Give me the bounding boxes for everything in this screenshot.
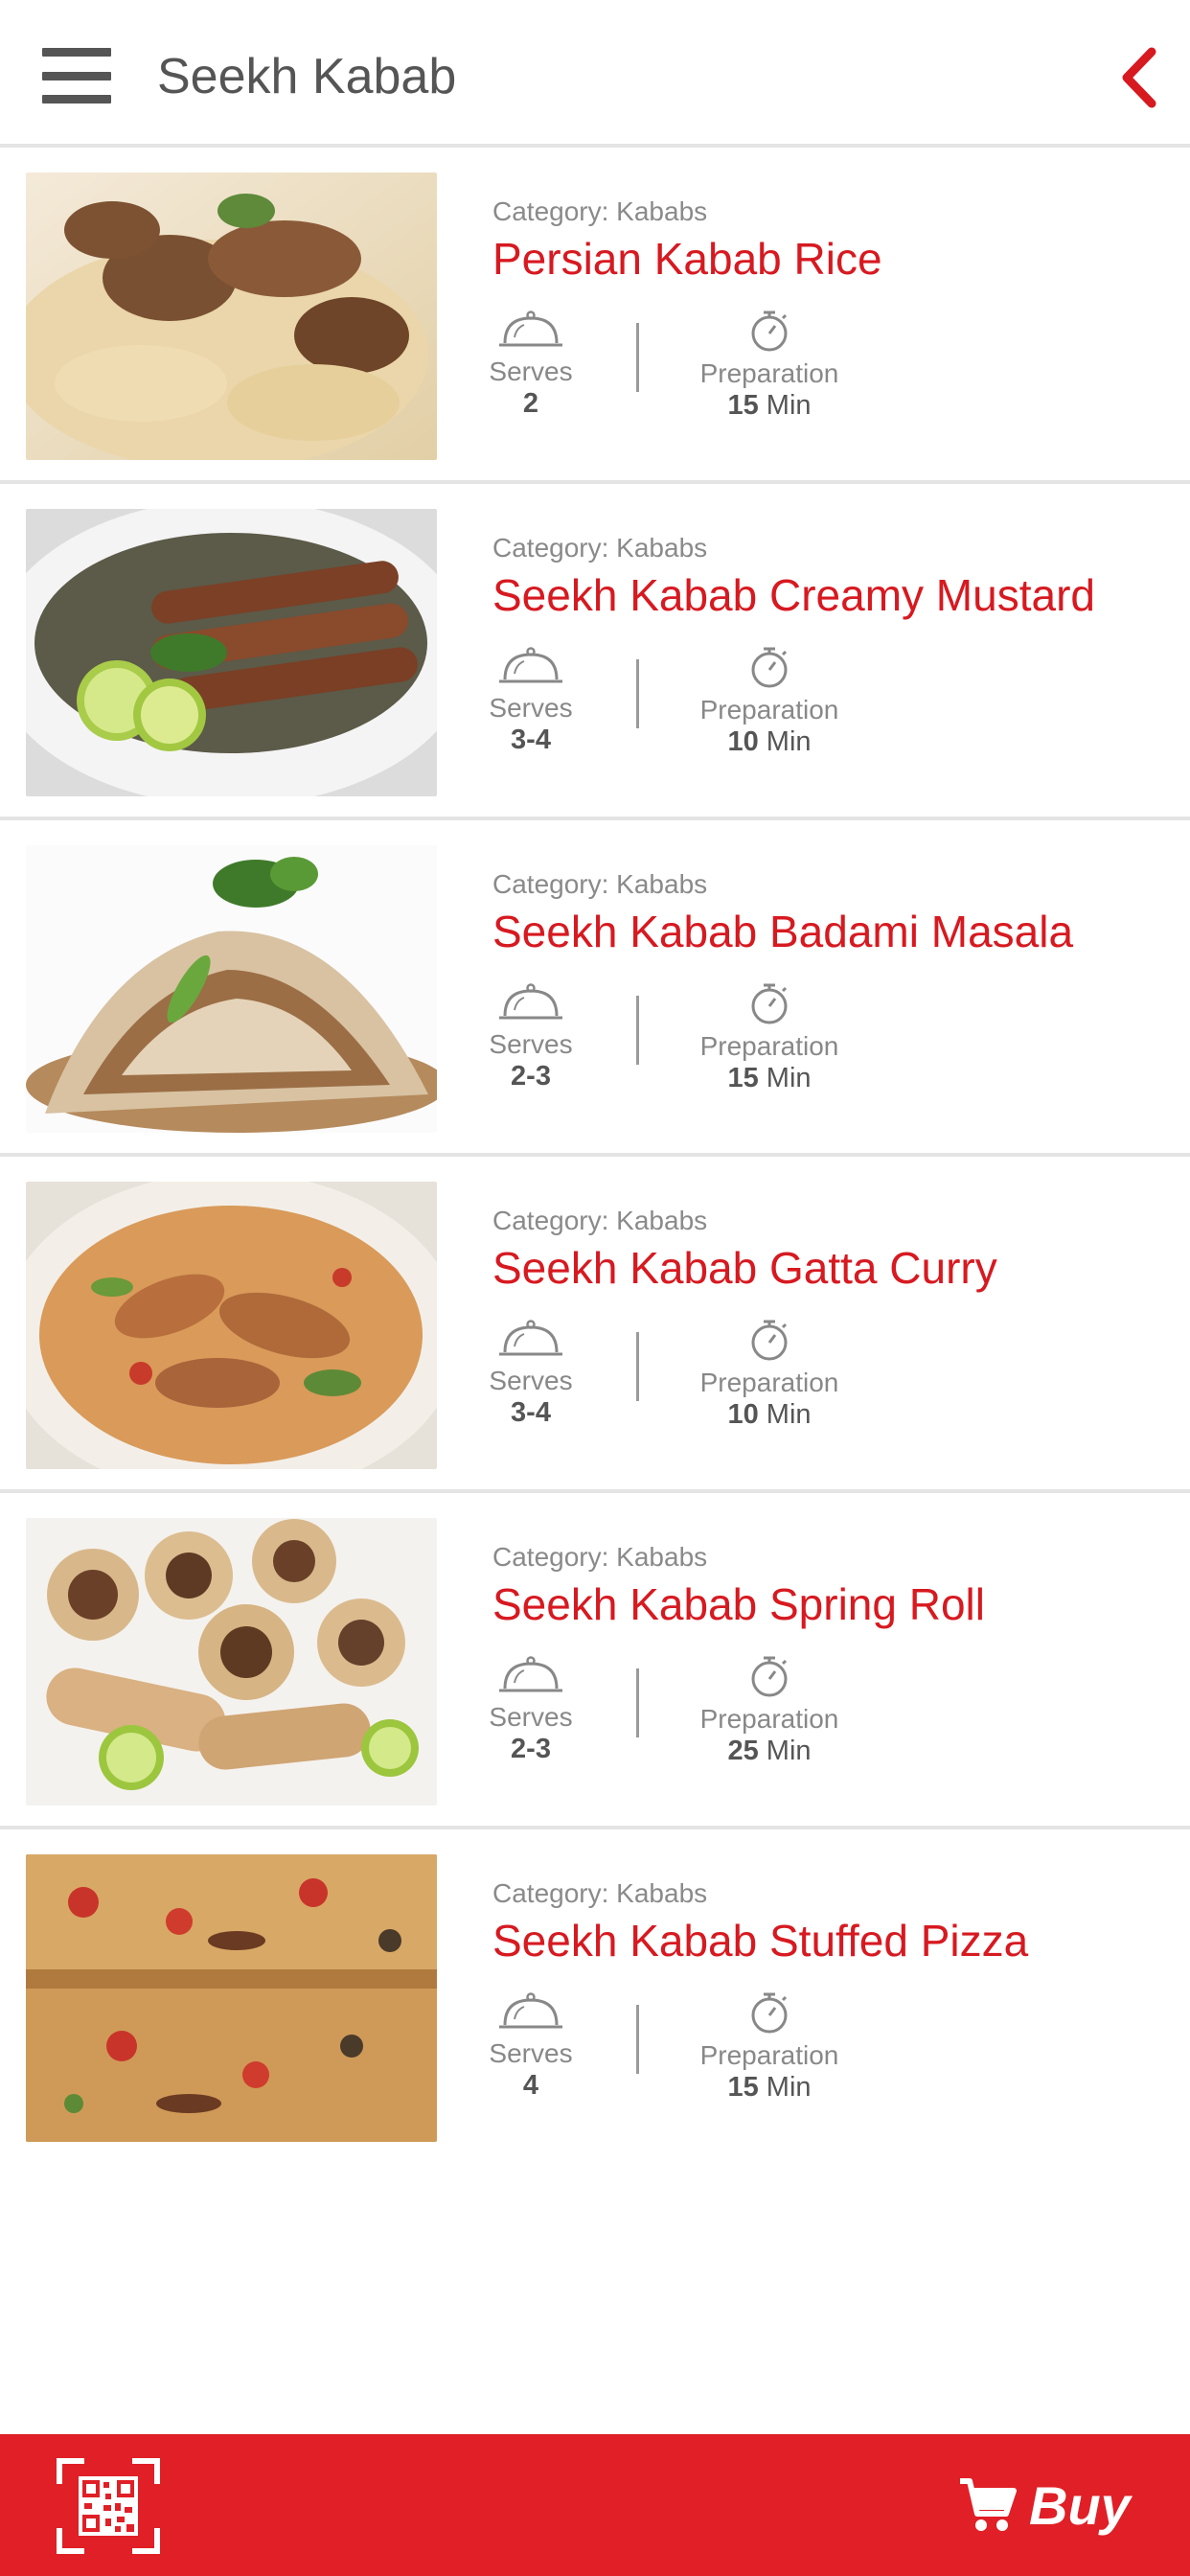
preparation-value: 15 <box>727 390 759 421</box>
recipe-list-item[interactable]: Category: Kababs Persian Kabab Rice Serv… <box>0 148 1190 484</box>
stopwatch-icon <box>751 647 788 688</box>
app-header: Seekh Kabab <box>0 0 1190 148</box>
minutes-unit: Min <box>766 1399 812 1430</box>
serves-info: Serves 3-4 <box>473 1318 588 1429</box>
recipe-list: Category: Kababs Persian Kabab Rice Serv… <box>0 148 1190 2166</box>
serves-info: Serves 4 <box>473 1990 588 2102</box>
cloche-icon <box>499 1320 562 1356</box>
buy-label: Buy <box>1029 2474 1131 2536</box>
divider <box>636 1332 639 1401</box>
recipe-title[interactable]: Seekh Kabab Stuffed Pizza <box>492 1914 1028 1967</box>
recipe-thumbnail <box>26 1182 437 1469</box>
serves-label: Serves <box>489 1702 573 1732</box>
bottom-action-bar: Buy <box>0 2434 1190 2576</box>
serves-info: Serves 3-4 <box>473 645 588 756</box>
serves-value: 2 <box>522 388 539 419</box>
recipe-title[interactable]: Seekh Kabab Badami Masala <box>492 905 1073 958</box>
serves-value: 2-3 <box>511 1734 551 1764</box>
serves-label: Serves <box>489 1366 573 1395</box>
minutes-unit: Min <box>766 390 812 421</box>
preparation-info: Preparation 15 Min <box>678 1990 860 2104</box>
serves-info: Serves 2 <box>473 309 588 420</box>
preparation-label: Preparation <box>699 1368 839 1397</box>
preparation-info: Preparation 25 Min <box>678 1654 860 1767</box>
serves-value: 2-3 <box>511 1061 551 1092</box>
preparation-label: Preparation <box>699 358 839 388</box>
preparation-value: 10 <box>727 726 759 757</box>
cloche-icon <box>499 647 562 683</box>
recipe-list-item[interactable]: Category: Kababs Seekh Kabab Stuffed Piz… <box>0 1829 1190 2166</box>
qr-scan-icon <box>57 2458 160 2554</box>
serves-label: Serves <box>489 693 573 723</box>
cloche-icon <box>499 983 562 1020</box>
preparation-info: Preparation 15 Min <box>678 981 860 1094</box>
recipe-title[interactable]: Seekh Kabab Gatta Curry <box>492 1241 997 1295</box>
recipe-thumbnail <box>26 172 437 460</box>
minutes-unit: Min <box>766 1736 812 1766</box>
preparation-label: Preparation <box>699 2040 839 2070</box>
recipe-thumbnail <box>26 1854 437 2142</box>
minutes-unit: Min <box>766 2072 812 2103</box>
recipe-list-item[interactable]: Category: Kababs Seekh Kabab Creamy Must… <box>0 484 1190 820</box>
hamburger-menu-icon[interactable] <box>42 48 111 104</box>
stopwatch-icon <box>751 1656 788 1697</box>
recipe-title[interactable]: Persian Kabab Rice <box>492 232 882 286</box>
minutes-unit: Min <box>766 1063 812 1093</box>
stopwatch-icon <box>751 983 788 1024</box>
back-chevron-icon[interactable] <box>1117 46 1161 109</box>
preparation-label: Preparation <box>699 1704 839 1734</box>
serves-value: 3-4 <box>511 724 551 755</box>
cloche-icon <box>499 1656 562 1692</box>
preparation-label: Preparation <box>699 695 839 724</box>
stopwatch-icon <box>751 1992 788 2034</box>
cart-icon <box>960 2478 1017 2531</box>
divider <box>636 323 639 392</box>
minutes-unit: Min <box>766 726 812 757</box>
preparation-info: Preparation 10 Min <box>678 645 860 758</box>
qr-scan-button[interactable] <box>56 2457 161 2555</box>
recipe-title[interactable]: Seekh Kabab Spring Roll <box>492 1577 985 1631</box>
preparation-value: 15 <box>727 1063 759 1093</box>
serves-label: Serves <box>489 1029 573 1059</box>
serves-value: 4 <box>522 2070 539 2101</box>
preparation-value: 25 <box>727 1736 759 1766</box>
recipe-list-item[interactable]: Category: Kababs Seekh Kabab Badami Masa… <box>0 820 1190 1157</box>
recipe-category: Category: Kababs <box>492 1878 708 1908</box>
recipe-category: Category: Kababs <box>492 1542 708 1572</box>
page-title: Seekh Kabab <box>157 49 457 104</box>
preparation-info: Preparation 10 Min <box>678 1318 860 1431</box>
preparation-value: 10 <box>727 1399 759 1430</box>
recipe-thumbnail <box>26 1518 437 1806</box>
recipe-list-item[interactable]: Category: Kababs Seekh Kabab Spring Roll… <box>0 1493 1190 1829</box>
stopwatch-icon <box>751 310 788 352</box>
serves-info: Serves 2-3 <box>473 981 588 1092</box>
serves-label: Serves <box>489 356 573 386</box>
buy-button[interactable]: Buy <box>958 2463 1150 2547</box>
divider <box>636 659 639 728</box>
serves-info: Serves 2-3 <box>473 1654 588 1765</box>
preparation-value: 15 <box>727 2072 759 2103</box>
recipe-category: Category: Kababs <box>492 196 708 226</box>
recipe-category: Category: Kababs <box>492 533 708 563</box>
serves-label: Serves <box>489 2038 573 2068</box>
recipe-list-item[interactable]: Category: Kababs Seekh Kabab Gatta Curry… <box>0 1157 1190 1493</box>
divider <box>636 2005 639 2074</box>
serves-value: 3-4 <box>511 1397 551 1428</box>
preparation-info: Preparation 15 Min <box>678 309 860 422</box>
preparation-label: Preparation <box>699 1031 839 1061</box>
cloche-icon <box>499 1992 562 2029</box>
divider <box>636 1668 639 1737</box>
recipe-thumbnail <box>26 845 437 1133</box>
recipe-thumbnail <box>26 509 437 796</box>
stopwatch-icon <box>751 1320 788 1361</box>
recipe-title[interactable]: Seekh Kabab Creamy Mustard <box>492 568 1095 622</box>
recipe-category: Category: Kababs <box>492 1206 708 1235</box>
recipe-category: Category: Kababs <box>492 869 708 899</box>
cloche-icon <box>499 310 562 347</box>
divider <box>636 996 639 1065</box>
